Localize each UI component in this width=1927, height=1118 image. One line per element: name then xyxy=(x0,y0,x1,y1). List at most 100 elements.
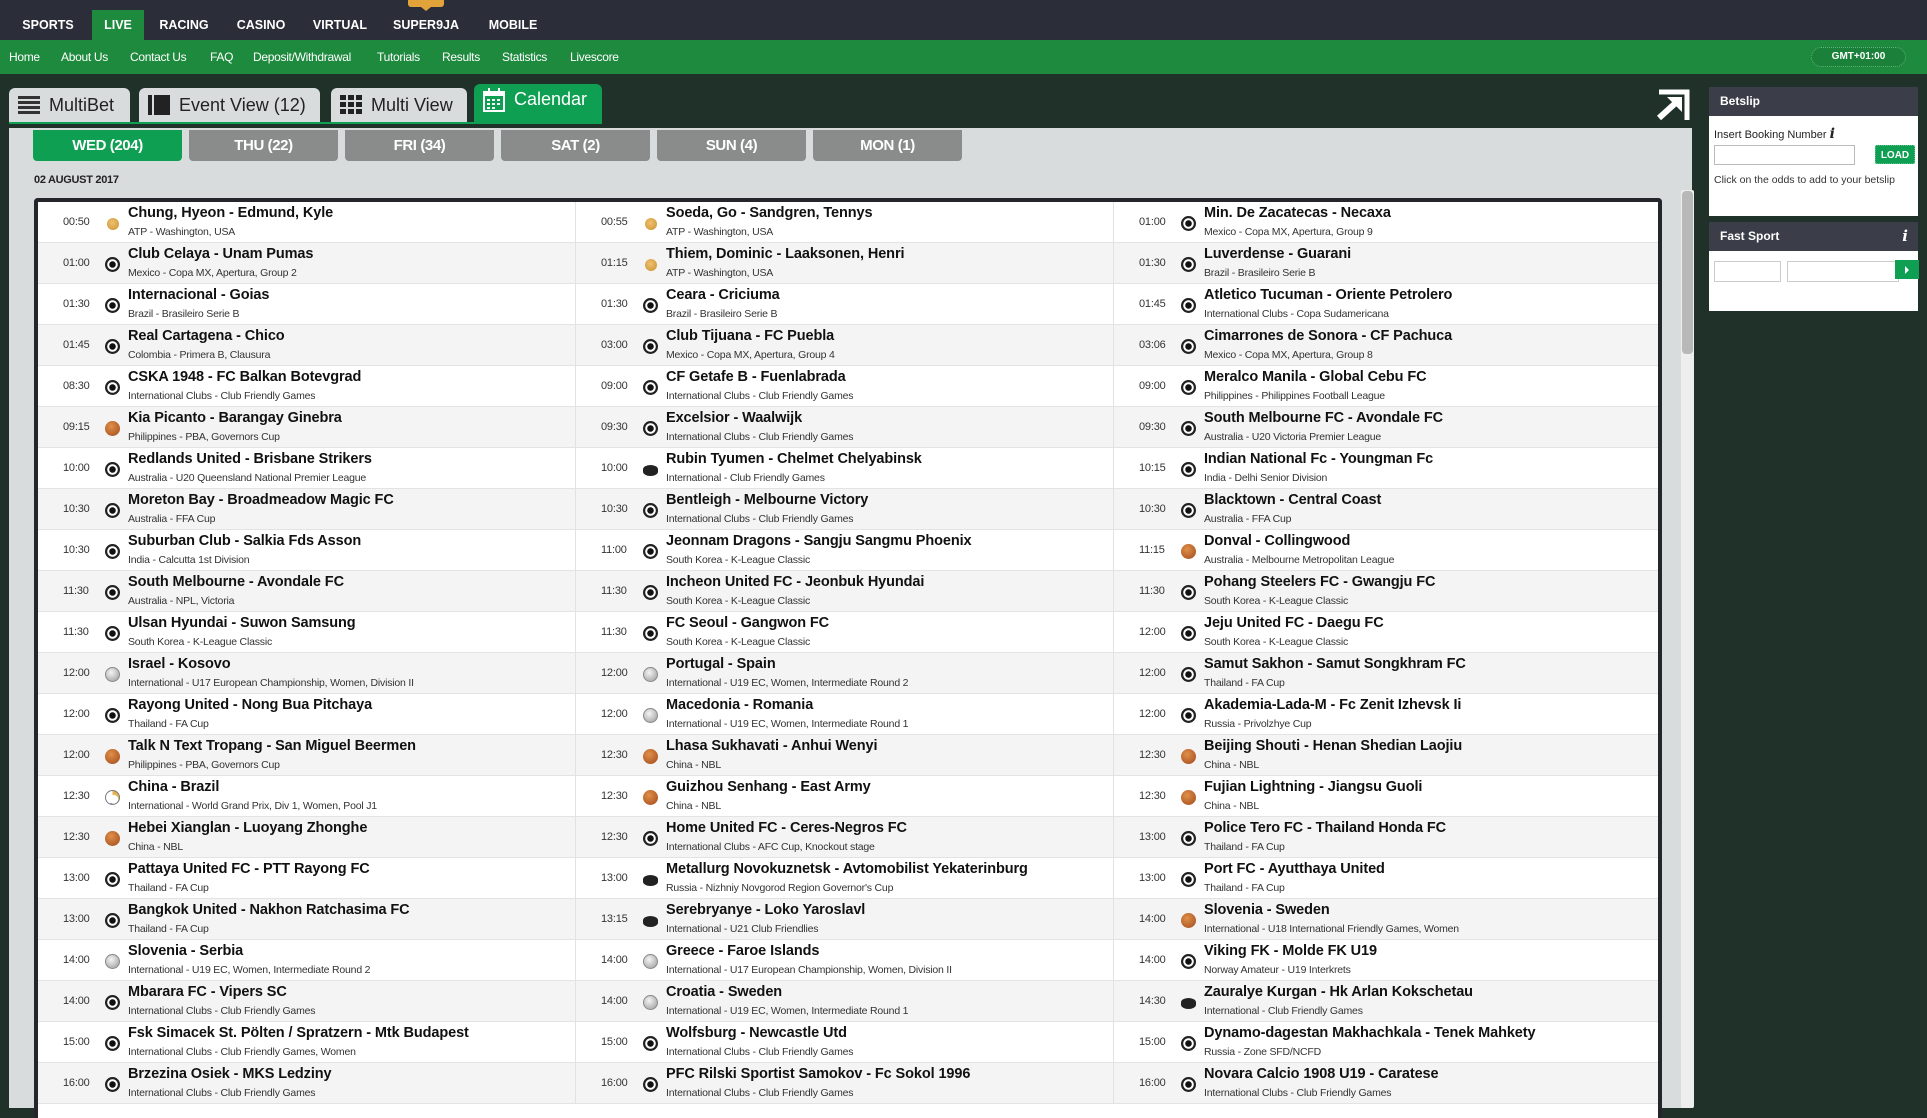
info-icon[interactable]: i xyxy=(1830,126,1835,142)
tab-event-view[interactable]: Event View (12) xyxy=(139,88,320,122)
event-row[interactable]: 12:00 Israel - Kosovo International - U17 … xyxy=(38,653,575,694)
event-match[interactable]: Dynamo-dagestan Makhachkala - Tenek Mahk… xyxy=(1204,1025,1536,1041)
event-row[interactable]: 12:30 Home United FC - Ceres-Negros FC Int… xyxy=(576,817,1113,858)
event-row[interactable]: 09:30 South Melbourne FC - Avondale FC Aus… xyxy=(1114,407,1658,448)
top-nav-live[interactable]: LIVE xyxy=(92,10,144,40)
event-match[interactable]: Israel - Kosovo xyxy=(128,656,231,672)
event-match[interactable]: Macedonia - Romania xyxy=(666,697,813,713)
event-match[interactable]: Jeonnam Dragons - Sangju Sangmu Phoenix xyxy=(666,533,972,549)
event-row[interactable]: 08:30 CSKA 1948 - FC Balkan Botevgrad Inte… xyxy=(38,366,575,407)
top-nav-virtual[interactable]: VIRTUAL xyxy=(307,10,373,40)
event-row[interactable]: 15:00 Dynamo-dagestan Makhachkala - Tenek… xyxy=(1114,1022,1658,1063)
event-match[interactable]: Club Celaya - Unam Pumas xyxy=(128,246,313,262)
event-match[interactable]: South Melbourne FC - Avondale FC xyxy=(1204,410,1443,426)
event-match[interactable]: Pohang Steelers FC - Gwangju FC xyxy=(1204,574,1435,590)
event-row[interactable]: 13:00 Port FC - Ayutthaya United Thailand … xyxy=(1114,858,1658,899)
event-row[interactable]: 09:00 Meralco Manila - Global Cebu FC Phil… xyxy=(1114,366,1658,407)
event-row[interactable]: 12:30 Guizhou Senhang - East Army China - … xyxy=(576,776,1113,817)
event-match[interactable]: Real Cartagena - Chico xyxy=(128,328,285,344)
sub-nav-home[interactable]: Home xyxy=(9,40,40,74)
event-row[interactable]: 14:00 Mbarara FC - Vipers SC International… xyxy=(38,981,575,1022)
event-row[interactable]: 10:30 Bentleigh - Melbourne Victory Intern… xyxy=(576,489,1113,530)
event-row[interactable]: 14:00 Croatia - Sweden International - U19… xyxy=(576,981,1113,1022)
event-match[interactable]: Viking FK - Molde FK U19 xyxy=(1204,943,1377,959)
event-row[interactable]: 12:00 Macedonia - Romania International - … xyxy=(576,694,1113,735)
sub-nav-statistics[interactable]: Statistics xyxy=(502,40,547,74)
event-match[interactable]: CF Getafe B - Fuenlabrada xyxy=(666,369,846,385)
event-match[interactable]: Greece - Faroe Islands xyxy=(666,943,819,959)
event-match[interactable]: Akademia-Lada-M - Fc Zenit Izhevsk Ii xyxy=(1204,697,1461,713)
event-match[interactable]: Fsk Simacek St. Pölten / Spratzern - Mtk… xyxy=(128,1025,469,1041)
event-match[interactable]: Ceara - Criciuma xyxy=(666,287,780,303)
event-match[interactable]: Atletico Tucuman - Oriente Petrolero xyxy=(1204,287,1452,303)
info-icon[interactable]: i xyxy=(1902,222,1908,251)
sub-nav-results[interactable]: Results xyxy=(442,40,480,74)
event-match[interactable]: Luverdense - Guarani xyxy=(1204,246,1351,262)
event-match[interactable]: PFC Rilski Sportist Samokov - Fc Sokol 1… xyxy=(666,1066,970,1082)
event-row[interactable]: 01:45 Real Cartagena - Chico Colombia - Pr… xyxy=(38,325,575,366)
event-match[interactable]: Thiem, Dominic - Laaksonen, Henri xyxy=(666,246,905,262)
event-row[interactable]: 14:00 Slovenia - Sweden International - U1… xyxy=(1114,899,1658,940)
event-match[interactable]: Suburban Club - Salkia Fds Asson xyxy=(128,533,361,549)
event-row[interactable]: 13:00 Bangkok United - Nakhon Ratchasima … xyxy=(38,899,575,940)
top-nav-mobile[interactable]: MOBILE xyxy=(480,10,546,40)
sub-nav-livescore[interactable]: Livescore xyxy=(570,40,619,74)
tab-multibet[interactable]: MultiBet xyxy=(9,88,130,122)
event-match[interactable]: Excelsior - Waalwijk xyxy=(666,410,802,426)
event-row[interactable]: 12:30 China - Brazil International - World… xyxy=(38,776,575,817)
event-row[interactable]: 03:00 Club Tijuana - FC Puebla Mexico - Co… xyxy=(576,325,1113,366)
event-row[interactable]: 13:00 Metallurg Novokuznetsk - Avtomobili… xyxy=(576,858,1113,899)
event-match[interactable]: Beijing Shouti - Henan Shedian Laojiu xyxy=(1204,738,1462,754)
event-row[interactable]: 03:06 Cimarrones de Sonora - CF Pachuca Me… xyxy=(1114,325,1658,366)
event-row[interactable]: 09:30 Excelsior - Waalwijk International C… xyxy=(576,407,1113,448)
event-row[interactable]: 01:30 Ceara - Criciuma Brazil - Brasileiro… xyxy=(576,284,1113,325)
event-match[interactable]: Mbarara FC - Vipers SC xyxy=(128,984,287,1000)
event-row[interactable]: 14:00 Slovenia - Serbia International - U1… xyxy=(38,940,575,981)
event-row[interactable]: 14:00 Greece - Faroe Islands International… xyxy=(576,940,1113,981)
event-row[interactable]: 10:00 Redlands United - Brisbane Strikers… xyxy=(38,448,575,489)
event-row[interactable]: 13:15 Serebryanye - Loko Yaroslavl Interna… xyxy=(576,899,1113,940)
tab-calendar[interactable]: Calendar xyxy=(474,84,602,122)
scrollbar-thumb[interactable] xyxy=(1682,191,1693,354)
event-match[interactable]: Samut Sakhon - Samut Songkhram FC xyxy=(1204,656,1466,672)
event-row[interactable]: 10:30 Blacktown - Central Coast Australia … xyxy=(1114,489,1658,530)
event-row[interactable]: 09:15 Kia Picanto - Barangay Ginebra Phili… xyxy=(38,407,575,448)
event-row[interactable]: 10:00 Rubin Tyumen - Chelmet Chelyabinsk I… xyxy=(576,448,1113,489)
event-row[interactable]: 11:30 Ulsan Hyundai - Suwon Samsung South … xyxy=(38,612,575,653)
event-row[interactable]: 12:00 Talk N Text Tropang - San Miguel Be… xyxy=(38,735,575,776)
event-match[interactable]: Talk N Text Tropang - San Miguel Beermen xyxy=(128,738,416,754)
event-row[interactable]: 12:30 Hebei Xianglan - Luoyang Zhonghe Chi… xyxy=(38,817,575,858)
event-match[interactable]: Fujian Lightning - Jiangsu Guoli xyxy=(1204,779,1422,795)
event-match[interactable]: Pattaya United FC - PTT Rayong FC xyxy=(128,861,370,877)
event-row[interactable]: 11:00 Jeonnam Dragons - Sangju Sangmu Pho… xyxy=(576,530,1113,571)
booking-number-input[interactable] xyxy=(1714,145,1855,165)
event-row[interactable]: 14:30 Zauralye Kurgan - Hk Arlan Kokschet… xyxy=(1114,981,1658,1022)
event-match[interactable]: Slovenia - Sweden xyxy=(1204,902,1330,918)
event-row[interactable]: 13:00 Police Tero FC - Thailand Honda FC T… xyxy=(1114,817,1658,858)
top-nav-super9ja[interactable]: SUPER9JA xyxy=(388,10,464,40)
tab-multi-view[interactable]: Multi View xyxy=(331,88,467,122)
sub-nav-tutorials[interactable]: Tutorials xyxy=(377,40,420,74)
event-match[interactable]: Indian National Fc - Youngman Fc xyxy=(1204,451,1433,467)
event-match[interactable]: Meralco Manila - Global Cebu FC xyxy=(1204,369,1427,385)
event-match[interactable]: Slovenia - Serbia xyxy=(128,943,243,959)
event-match[interactable]: South Melbourne - Avondale FC xyxy=(128,574,344,590)
event-match[interactable]: Redlands United - Brisbane Strikers xyxy=(128,451,372,467)
event-match[interactable]: Bentleigh - Melbourne Victory xyxy=(666,492,868,508)
event-row[interactable]: 12:00 Akademia-Lada-M - Fc Zenit Izhevsk … xyxy=(1114,694,1658,735)
expand-icon[interactable] xyxy=(1653,86,1691,122)
event-match[interactable]: Bangkok United - Nakhon Ratchasima FC xyxy=(128,902,410,918)
event-row[interactable]: 01:30 Internacional - Goias Brazil - Brasi… xyxy=(38,284,575,325)
event-match[interactable]: Club Tijuana - FC Puebla xyxy=(666,328,834,344)
event-match[interactable]: Kia Picanto - Barangay Ginebra xyxy=(128,410,342,426)
event-match[interactable]: Police Tero FC - Thailand Honda FC xyxy=(1204,820,1446,836)
event-row[interactable]: 11:15 Donval - Collingwood Australia - Mel… xyxy=(1114,530,1658,571)
event-match[interactable]: Rubin Tyumen - Chelmet Chelyabinsk xyxy=(666,451,922,467)
event-row[interactable]: 16:00 PFC Rilski Sportist Samokov - Fc So… xyxy=(576,1063,1113,1104)
event-row[interactable]: 09:00 CF Getafe B - Fuenlabrada Internatio… xyxy=(576,366,1113,407)
event-match[interactable]: Donval - Collingwood xyxy=(1204,533,1350,549)
sub-nav-deposit-withdrawal[interactable]: Deposit/Withdrawal xyxy=(253,40,351,74)
event-row[interactable]: 11:30 Pohang Steelers FC - Gwangju FC Sout… xyxy=(1114,571,1658,612)
event-row[interactable]: 12:00 Rayong United - Nong Bua Pitchaya Th… xyxy=(38,694,575,735)
sub-nav-about-us[interactable]: About Us xyxy=(61,40,108,74)
